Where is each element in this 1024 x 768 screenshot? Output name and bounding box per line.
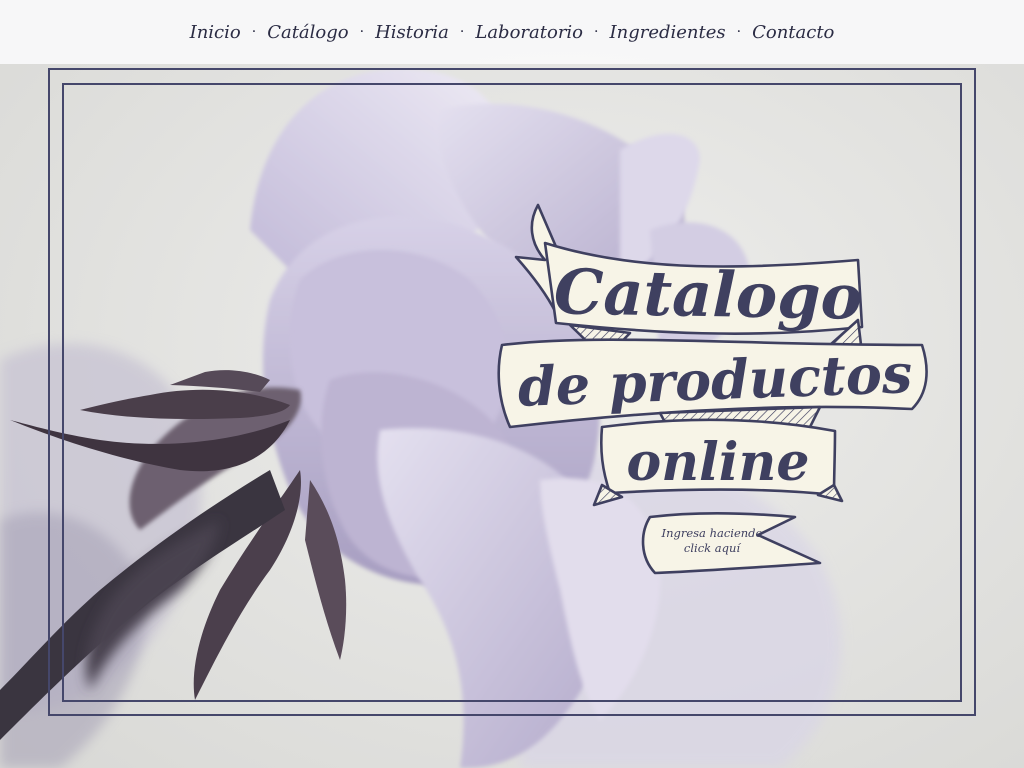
nav-link-contacto[interactable]: Contacto [752, 22, 834, 43]
banner-title-line-1: Catalogo [553, 255, 862, 333]
nav-link-inicio[interactable]: Inicio [190, 22, 241, 43]
banner-title-line-3: online [627, 432, 810, 493]
nav-link-catalogo[interactable]: Catálogo [267, 22, 348, 43]
nav-separator: · [359, 24, 365, 40]
nav-separator: · [736, 24, 742, 40]
nav-separator: · [594, 24, 599, 40]
nav-separator: · [251, 24, 257, 40]
cta-text-line-1: Ingresa haciendo [661, 526, 763, 540]
nav-link-ingredientes[interactable]: Ingredientes [609, 22, 725, 43]
cta-text-line-2: click aquí [684, 541, 741, 555]
nav-separator: · [459, 24, 465, 40]
catalog-banner: Catalogo de productos online Ingresa hac… [490, 195, 940, 585]
nav-link-laboratorio[interactable]: Laboratorio [475, 22, 583, 43]
nav-link-historia[interactable]: Historia [375, 22, 449, 43]
main-navigation: Inicio · Catálogo · Historia · Laborator… [0, 0, 1024, 64]
